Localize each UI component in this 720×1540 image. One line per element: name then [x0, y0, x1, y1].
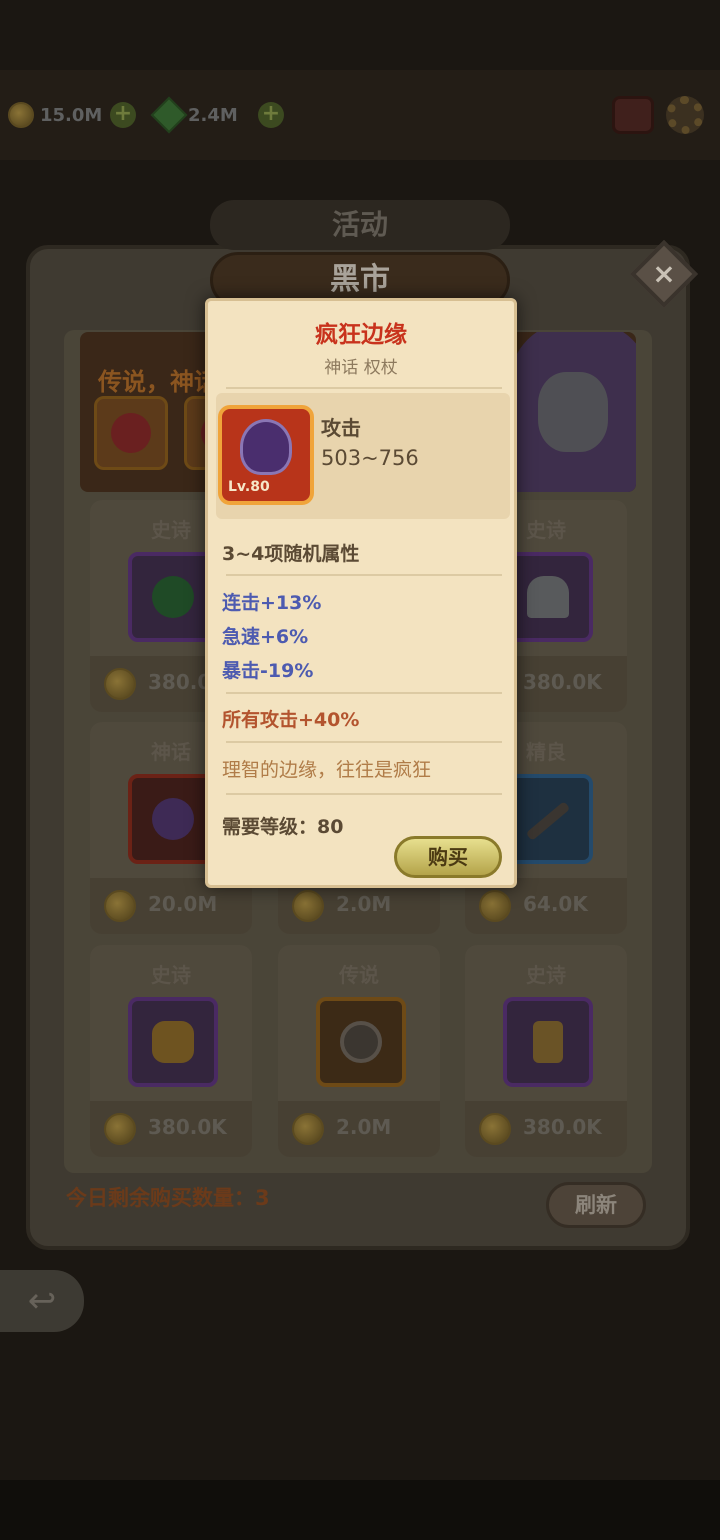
helmet-icon [527, 576, 569, 618]
divider [226, 574, 502, 576]
staff-icon [152, 798, 194, 840]
gold-amount: 15.0M [40, 104, 103, 126]
price: 380.0K [148, 1115, 227, 1139]
flavor-text: 理智的边缘，往往是疯狂 [222, 759, 432, 781]
item-detail-popup: 疯狂边缘 神话 权杖 Lv.80 攻击 503~756 3~4项随机属性 连击+… [205, 298, 517, 888]
item-slot [128, 997, 218, 1087]
price: 20.0M [148, 892, 218, 916]
coin-icon [479, 1113, 511, 1145]
stat-label: 攻击 [321, 416, 361, 440]
potion-icon[interactable] [612, 96, 654, 134]
shop-card[interactable]: 传说 2.0M [278, 945, 440, 1157]
merchant-face [538, 372, 608, 452]
attr-line: 暴击-19% [222, 660, 314, 682]
tab-activity-label: 活动 [331, 208, 388, 241]
shop-card[interactable]: 史诗 380.0K [90, 945, 252, 1157]
refresh-button[interactable]: 刷新 [546, 1182, 646, 1228]
random-attrs-label: 3~4项随机属性 [222, 543, 360, 565]
gold-coin-icon [8, 102, 34, 128]
price: 2.0M [336, 892, 392, 916]
shield-icon [340, 1021, 382, 1063]
gem-icon [150, 96, 188, 134]
item-name: 疯狂边缘 [315, 322, 407, 348]
back-button[interactable]: ↩ [0, 1270, 84, 1332]
price: 380.0K [523, 1115, 602, 1139]
banner-text: 传说，神话 [98, 368, 218, 396]
back-arrow-icon: ↩ [27, 1281, 57, 1321]
gold-resource: 15.0M + [8, 100, 136, 130]
refresh-label: 刷新 [575, 1193, 617, 1217]
coin-icon [104, 1113, 136, 1145]
item-slot [316, 997, 406, 1087]
buy-button[interactable]: 购买 [394, 836, 502, 878]
coin-icon [104, 668, 136, 700]
gem-amount: 2.4M [188, 104, 238, 126]
divider [226, 741, 502, 743]
item-icon: Lv.80 [218, 405, 314, 505]
bottom-bar [0, 1480, 720, 1540]
add-gold-button[interactable]: + [110, 102, 136, 128]
price-bar: 380.0K [90, 1101, 252, 1157]
coin-icon [104, 890, 136, 922]
rarity-label: 传说 [339, 963, 379, 987]
coin-icon [292, 1113, 324, 1145]
divider [226, 387, 502, 389]
price-bar: 2.0M [278, 1101, 440, 1157]
remaining-purchases: 今日剩余购买数量：3 [66, 1186, 270, 1210]
bomb-icon [152, 576, 194, 618]
stat-value: 503~756 [321, 446, 419, 470]
price: 2.0M [336, 1115, 392, 1139]
attr-line: 急速+6% [222, 626, 309, 648]
price-bar: 380.0K [465, 1101, 627, 1157]
banner-item-amulet [94, 396, 168, 470]
divider [226, 793, 502, 795]
attr-line: 连击+13% [222, 592, 322, 614]
level-badge: Lv.80 [228, 479, 270, 495]
rarity-label: 史诗 [526, 963, 566, 987]
item-type: 神话 权杖 [324, 358, 398, 378]
close-icon: × [652, 257, 676, 290]
shop-card[interactable]: 史诗 380.0K [465, 945, 627, 1157]
required-level: 需要等级：80 [222, 816, 344, 838]
cloak-icon [152, 1021, 194, 1063]
price: 64.0K [523, 892, 588, 916]
coin-icon [292, 890, 324, 922]
buy-label: 购买 [428, 845, 468, 869]
divider [226, 692, 502, 694]
tab-activity[interactable]: 活动 [210, 200, 510, 250]
item-slot [503, 997, 593, 1087]
gear-icon[interactable] [666, 96, 704, 134]
add-gem-button[interactable]: + [258, 102, 284, 128]
gem-resource: 2.4M + [150, 96, 284, 134]
rarity-label: 史诗 [151, 963, 191, 987]
staff-icon [240, 419, 292, 475]
price: 380.0K [523, 670, 602, 694]
amulet-icon [533, 1021, 563, 1063]
coin-icon [479, 890, 511, 922]
dagger-icon [525, 801, 571, 841]
bonus-attr: 所有攻击+40% [222, 709, 360, 731]
